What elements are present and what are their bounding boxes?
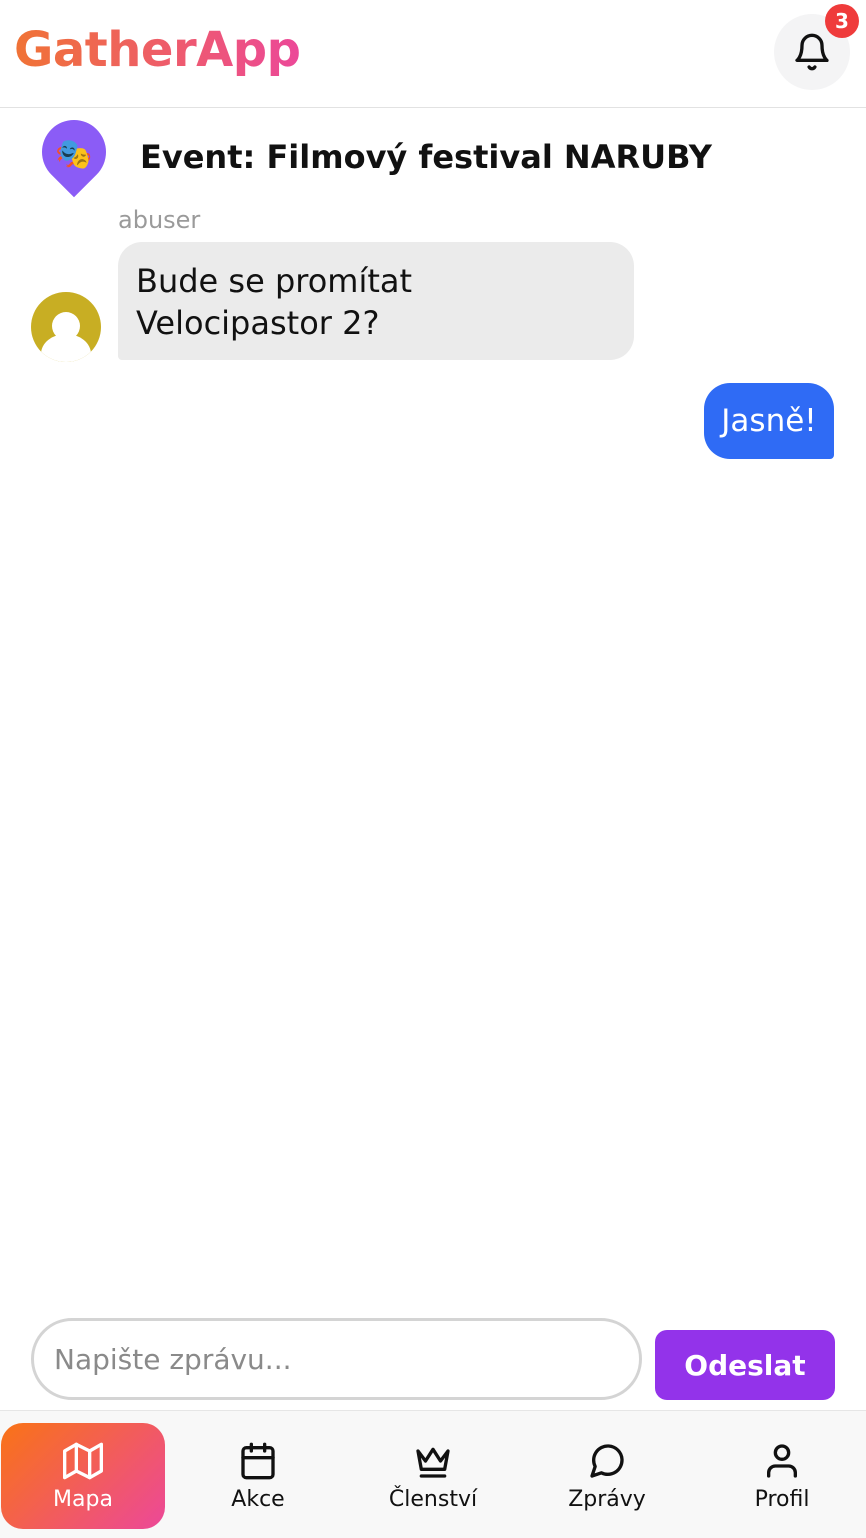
nav-item-messages[interactable]: Zprávy [525,1423,689,1529]
nav-label: Mapa [53,1486,113,1512]
map-icon [63,1442,103,1479]
nav-label: Akce [231,1486,285,1512]
nav-item-profile[interactable]: Profil [700,1423,864,1529]
message-sender: abuser [118,206,201,234]
calendar-icon [241,1442,275,1479]
app-header: GatherApp 3 [0,0,866,108]
nav-label: Členství [388,1486,478,1512]
nav-item-map[interactable]: Mapa [1,1423,165,1529]
crown-icon [416,1447,450,1478]
nav-item-membership[interactable]: Členství [351,1423,515,1529]
app-logo[interactable]: GatherApp [14,22,301,78]
avatar-body [41,334,91,362]
nav-label: Profil [754,1486,810,1512]
bell-icon [795,33,829,71]
send-button[interactable]: Odeslat [655,1330,835,1400]
nav-item-events[interactable]: Akce [176,1423,340,1529]
message-composer: Odeslat [0,1310,866,1410]
notification-count-badge: 3 [825,4,859,38]
incoming-message-bubble: Bude se promítat Velocipastor 2? [118,242,634,360]
outgoing-message-bubble: Jasně! [704,383,834,459]
chat-icon [590,1443,624,1478]
theater-masks-icon: 🎭 [55,136,93,172]
bottom-navigation: Mapa Akce Členství Zprávy Profil [0,1410,866,1538]
event-title: Event: Filmový festival NARUBY [140,138,712,176]
nav-label: Zprávy [568,1486,646,1512]
sender-avatar[interactable] [31,292,101,362]
event-header: 🎭 Event: Filmový festival NARUBY [0,106,866,208]
message-input[interactable] [31,1318,642,1400]
user-icon [767,1443,797,1478]
